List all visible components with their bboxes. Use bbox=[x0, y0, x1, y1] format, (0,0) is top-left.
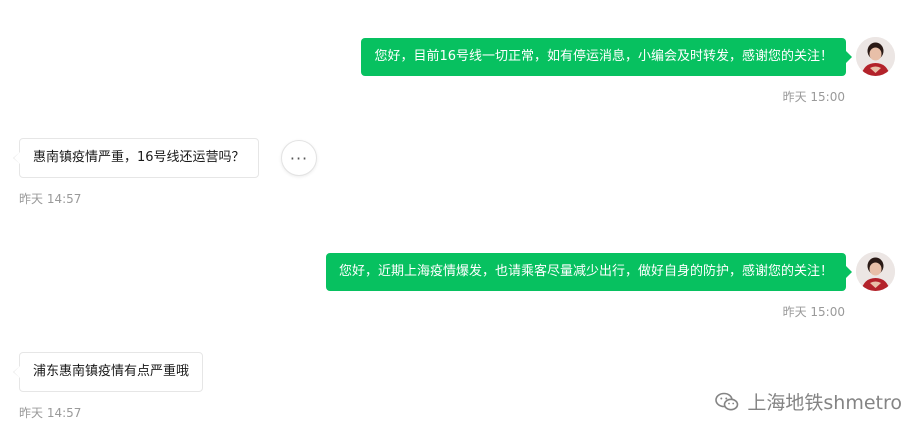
outgoing-message-bubble[interactable]: 您好，目前16号线一切正常，如有停运消息，小编会及时转发，感谢您的关注！ bbox=[361, 38, 852, 76]
message-timestamp: 昨天 14:57 bbox=[19, 192, 82, 206]
outgoing-message-bubble[interactable]: 您好，近期上海疫情爆发，也请乘客尽量减少出行，做好自身的防护，感谢您的关注！ bbox=[325, 253, 853, 291]
incoming-message-bubble[interactable]: 惠南镇疫情严重，16号线还运营吗？ bbox=[13, 138, 259, 178]
avatar-image bbox=[856, 252, 895, 291]
message-text: 您好，目前16号线一切正常，如有停运消息，小编会及时转发，感谢您的关注！ bbox=[374, 49, 833, 64]
avatar-image bbox=[856, 37, 895, 76]
message-timestamp: 昨天 15:00 bbox=[782, 90, 845, 104]
message-text: 惠南镇疫情严重，16号线还运营吗？ bbox=[33, 150, 245, 165]
avatar[interactable] bbox=[856, 252, 895, 291]
watermark-text: 上海地铁shmetro bbox=[747, 392, 902, 414]
avatar[interactable] bbox=[856, 37, 895, 76]
watermark: 上海地铁shmetro bbox=[715, 388, 902, 415]
ellipsis-icon: ··· bbox=[289, 148, 309, 168]
message-text: 浦东惠南镇疫情有点严重哦 bbox=[33, 364, 190, 379]
message-timestamp: 昨天 15:00 bbox=[782, 305, 845, 319]
message-timestamp: 昨天 14:57 bbox=[19, 406, 82, 420]
message-text: 您好，近期上海疫情爆发，也请乘客尽量减少出行，做好自身的防护，感谢您的关注！ bbox=[338, 264, 833, 279]
incoming-message-bubble[interactable]: 浦东惠南镇疫情有点严重哦 bbox=[12, 352, 204, 392]
more-options-button[interactable]: ··· bbox=[281, 140, 317, 176]
wechat-icon bbox=[715, 392, 739, 410]
